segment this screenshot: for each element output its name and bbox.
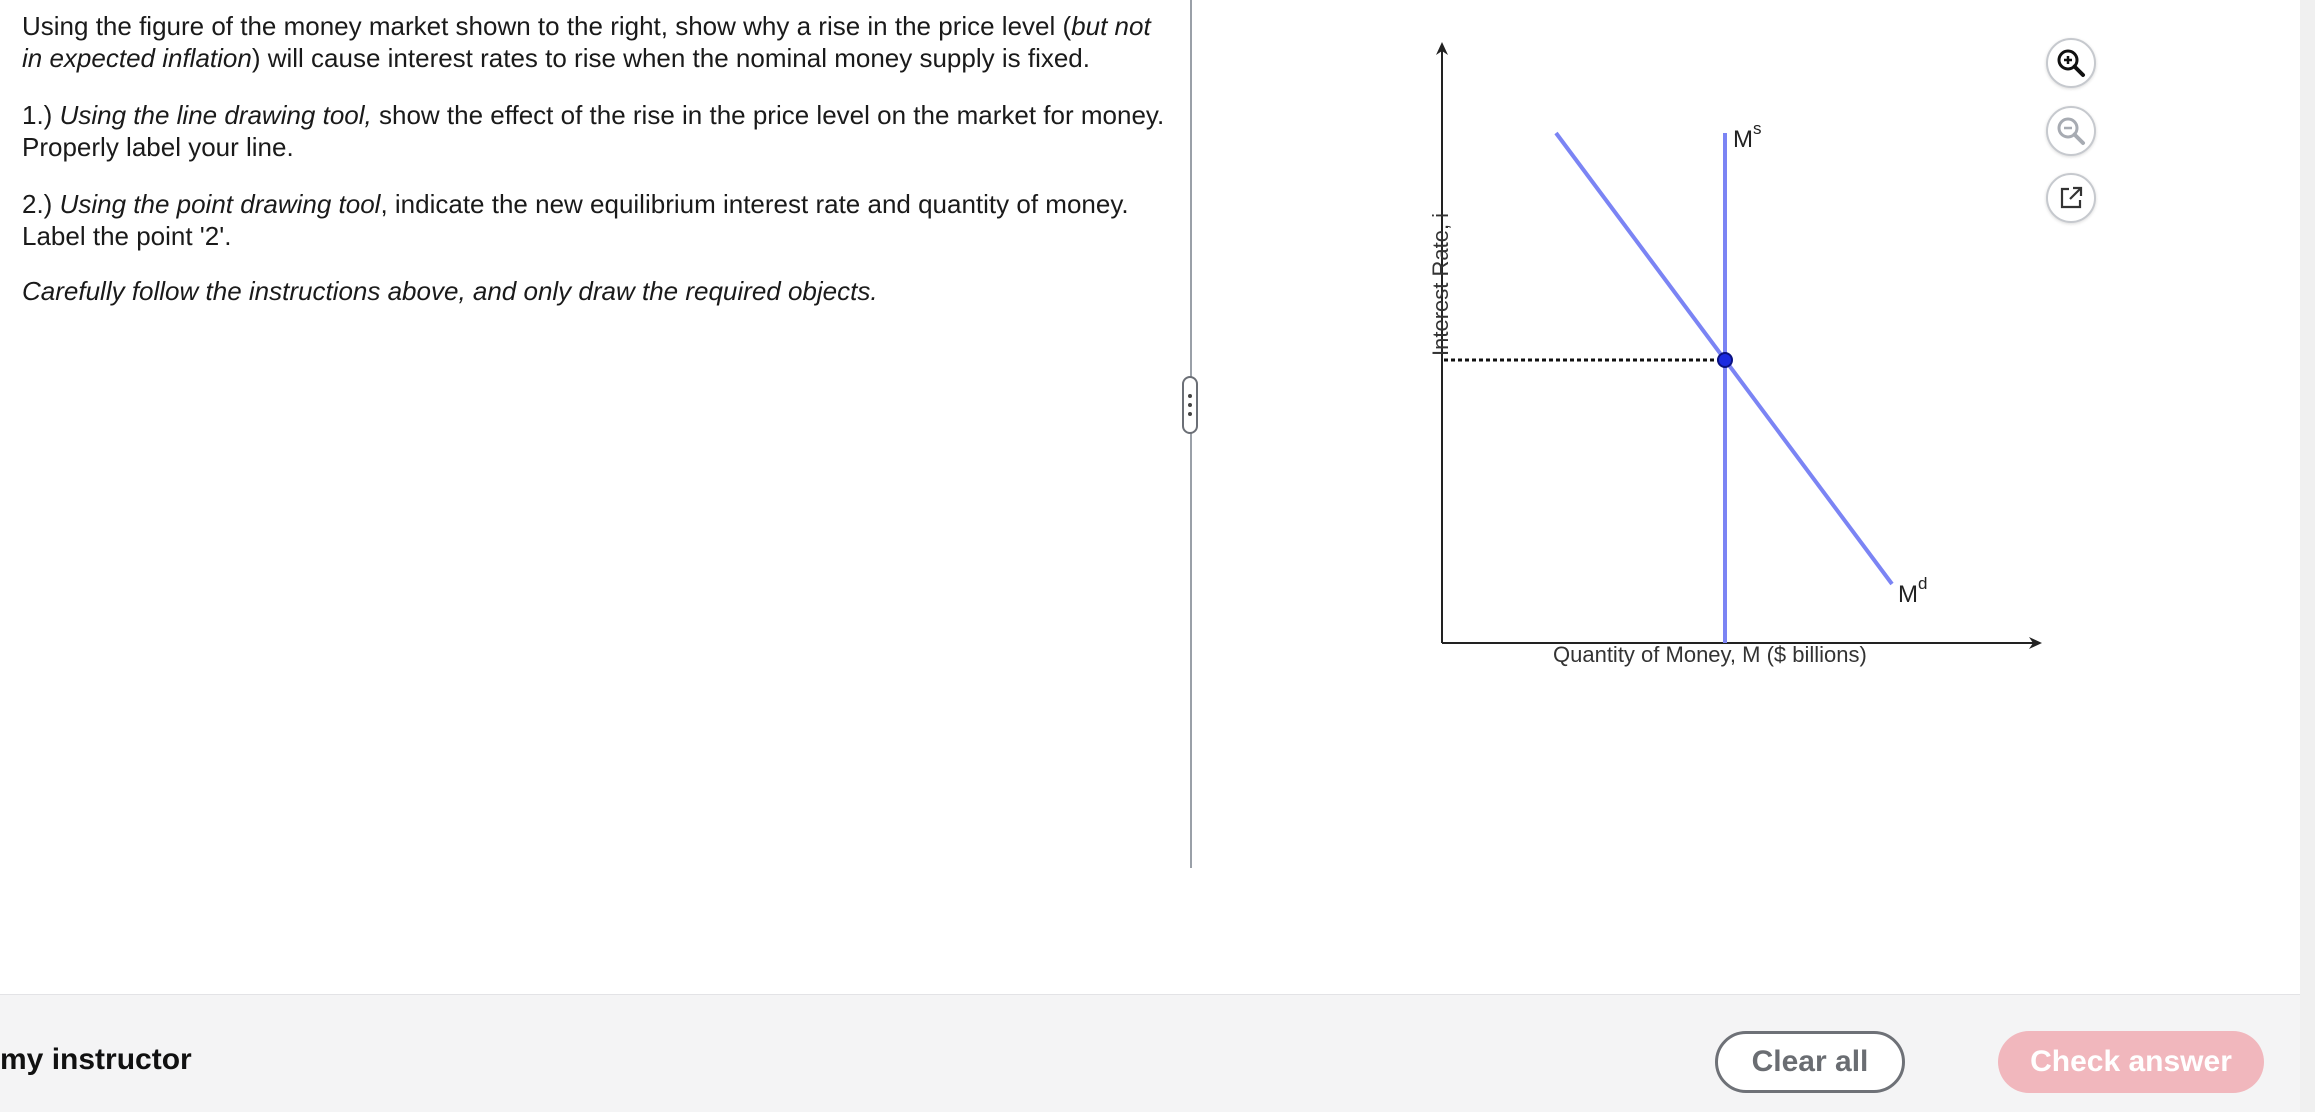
check-answer-button[interactable]: Check answer — [1998, 1031, 2264, 1093]
money-supply-label: Ms — [1733, 119, 1762, 154]
supply-label-base: M — [1733, 126, 1753, 153]
popout-button[interactable] — [2046, 173, 2096, 223]
supply-label-sup: s — [1753, 119, 1762, 138]
demand-label-sup: d — [1918, 574, 1928, 593]
equilibrium-point[interactable] — [1717, 352, 1733, 368]
x-axis-label: Quantity of Money, M ($ billions) — [1553, 642, 1867, 667]
external-link-icon — [2060, 186, 2083, 209]
page: Using the figure of the money market sho… — [0, 0, 2315, 1112]
ask-instructor-link[interactable]: my instructor — [0, 1043, 192, 1077]
clear-all-button[interactable]: Clear all — [1715, 1031, 1905, 1093]
graph-canvas[interactable] — [0, 0, 2315, 870]
footer-bar — [0, 994, 2300, 1112]
money-demand-label: Md — [1898, 574, 1927, 609]
zoom-out-icon — [2057, 117, 2085, 145]
zoom-in-icon — [2057, 49, 2085, 77]
zoom-out-button[interactable] — [2046, 106, 2096, 156]
window-scrollbar[interactable] — [2300, 0, 2315, 1112]
demand-label-base: M — [1898, 581, 1918, 608]
zoom-in-button[interactable] — [2046, 38, 2096, 88]
y-axis-label: Interest Rate, i — [1428, 212, 1453, 356]
